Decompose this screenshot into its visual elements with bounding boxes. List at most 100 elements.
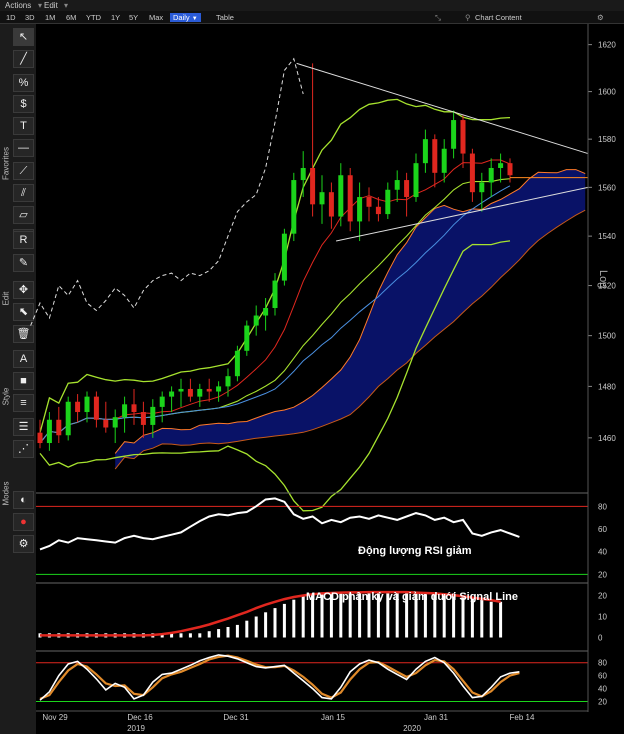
macd-histogram-bar bbox=[301, 595, 305, 638]
date-tick-label: Dec 31 bbox=[223, 713, 249, 722]
candle-body bbox=[498, 163, 504, 168]
stoch-tick-label: 40 bbox=[598, 685, 607, 694]
date-tick-label: Jan 31 bbox=[424, 713, 449, 722]
macd-histogram-bar bbox=[207, 631, 211, 638]
candle-body bbox=[310, 167, 316, 205]
candle-body bbox=[112, 417, 118, 428]
year-tick-label: 2019 bbox=[127, 724, 145, 733]
candle-body bbox=[441, 148, 447, 173]
macd-histogram-bar bbox=[198, 633, 202, 638]
price-tick-label: 1600 bbox=[598, 88, 616, 97]
price-tick-label: 1500 bbox=[598, 332, 616, 341]
rsi-tick-label: 40 bbox=[598, 548, 607, 557]
candle-body bbox=[338, 175, 344, 217]
candle-body bbox=[272, 280, 278, 309]
candle-body bbox=[234, 350, 240, 377]
candle-body bbox=[413, 163, 419, 198]
candle-body bbox=[150, 406, 156, 425]
candle-body bbox=[375, 206, 381, 215]
price-tick-label: 1460 bbox=[598, 434, 616, 443]
candle-body bbox=[65, 401, 71, 436]
macd-histogram-bar bbox=[245, 620, 249, 638]
macd-histogram-bar bbox=[217, 629, 221, 638]
candle-body bbox=[131, 404, 137, 413]
date-tick-label: Jan 15 bbox=[321, 713, 346, 722]
chart-canvas[interactable]: 1460148015001520154015601580160016202040… bbox=[0, 0, 624, 734]
candle-body bbox=[140, 412, 146, 425]
candle-body bbox=[394, 180, 400, 190]
candle-body bbox=[300, 167, 306, 181]
macd-histogram-bar bbox=[188, 633, 192, 638]
macd-histogram-bar bbox=[235, 624, 239, 638]
candle-body bbox=[37, 432, 43, 444]
year-tick-label: 2020 bbox=[403, 724, 421, 733]
candle-body bbox=[197, 388, 203, 397]
macd-histogram-bar bbox=[226, 627, 230, 638]
candle-body bbox=[347, 175, 353, 222]
candle-body bbox=[488, 167, 494, 183]
candle-body bbox=[385, 189, 391, 215]
candle-body bbox=[216, 386, 222, 392]
macd-histogram-bar bbox=[282, 603, 286, 638]
candle-body bbox=[404, 180, 410, 198]
candle-body bbox=[319, 192, 325, 205]
candle-body bbox=[84, 396, 90, 413]
stoch-tick-label: 20 bbox=[598, 698, 607, 707]
candle-body bbox=[507, 163, 513, 176]
rsi-tick-label: 60 bbox=[598, 525, 607, 534]
macd-histogram-bar bbox=[480, 599, 484, 638]
date-tick-label: Feb 14 bbox=[510, 713, 535, 722]
macd-tick-label: 20 bbox=[598, 592, 607, 601]
candle-body bbox=[451, 120, 457, 149]
candle-body bbox=[366, 197, 372, 207]
log-scale-label: Log bbox=[597, 270, 609, 288]
candle-body bbox=[479, 182, 485, 193]
candle-body bbox=[187, 388, 193, 397]
candle-body bbox=[75, 401, 81, 413]
macd-tick-label: 0 bbox=[598, 634, 603, 643]
price-tick-label: 1580 bbox=[598, 135, 616, 144]
candle-body bbox=[225, 376, 231, 387]
candle-body bbox=[93, 396, 99, 420]
rsi-tick-label: 80 bbox=[598, 502, 607, 511]
price-tick-label: 1560 bbox=[598, 183, 616, 192]
date-tick-label: Nov 29 bbox=[42, 713, 68, 722]
macd-histogram-bar bbox=[499, 601, 503, 638]
candle-body bbox=[422, 139, 428, 164]
date-tick-label: Dec 16 bbox=[127, 713, 153, 722]
macd-histogram-bar bbox=[264, 612, 268, 638]
candle-body bbox=[281, 233, 287, 281]
price-tick-label: 1480 bbox=[598, 382, 616, 391]
candle-body bbox=[206, 388, 212, 392]
price-tick-label: 1620 bbox=[598, 41, 616, 50]
macd-annotation: MACD phân kỳ và giảm dưới Signal Line bbox=[306, 591, 518, 603]
candle-body bbox=[357, 197, 363, 222]
candle-body bbox=[103, 419, 109, 428]
candle-body bbox=[46, 419, 52, 444]
candle-body bbox=[460, 120, 466, 154]
candle-body bbox=[169, 391, 175, 397]
rsi-tick-label: 20 bbox=[598, 570, 607, 579]
macd-histogram-bar bbox=[273, 608, 277, 638]
stoch-tick-label: 80 bbox=[598, 659, 607, 668]
candle-body bbox=[469, 153, 475, 193]
macd-histogram-bar bbox=[179, 633, 183, 638]
macd-histogram-bar bbox=[470, 597, 474, 638]
candle-body bbox=[178, 388, 184, 392]
candle-body bbox=[328, 192, 334, 217]
candle-body bbox=[244, 325, 250, 351]
price-tick-label: 1540 bbox=[598, 232, 616, 241]
stoch-tick-label: 60 bbox=[598, 672, 607, 681]
macd-tick-label: 10 bbox=[598, 613, 607, 622]
macd-histogram-bar bbox=[292, 599, 296, 638]
candle-body bbox=[291, 180, 297, 234]
macd-histogram-bar bbox=[489, 601, 493, 638]
candle-body bbox=[263, 308, 269, 316]
rsi-annotation: Động lượng RSI giảm bbox=[358, 545, 472, 557]
candle-body bbox=[159, 396, 165, 407]
candle-body bbox=[56, 419, 62, 436]
macd-histogram-bar bbox=[254, 616, 258, 638]
candle-body bbox=[432, 139, 438, 173]
candle-body bbox=[122, 404, 128, 418]
candle-body bbox=[253, 315, 259, 326]
